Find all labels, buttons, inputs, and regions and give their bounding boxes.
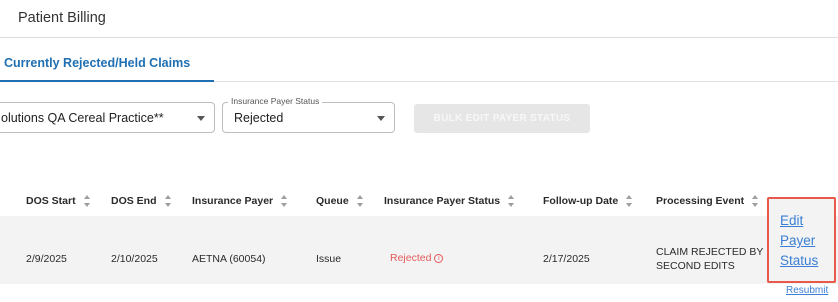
- column-header-dos-start[interactable]: DOS Start: [26, 195, 92, 207]
- cell-insurance-payer: AETNA (60054): [192, 253, 266, 265]
- bulk-edit-payer-status-button[interactable]: BULK EDIT PAYER STATUS: [414, 104, 590, 133]
- status-badge: Rejected: [390, 252, 432, 264]
- sort-arrows-icon[interactable]: [507, 195, 516, 207]
- page-title: Patient Billing: [18, 10, 106, 26]
- chevron-down-icon: [377, 116, 385, 121]
- column-header-label: DOS Start: [26, 195, 76, 207]
- payer-status-select-label: Insurance Payer Status: [228, 96, 323, 106]
- sort-arrows-icon[interactable]: [164, 195, 173, 207]
- header-divider: [0, 37, 838, 38]
- active-tab-indicator: [0, 80, 214, 82]
- edit-payer-status-link[interactable]: Edit Payer Status: [780, 211, 832, 271]
- column-header-label: DOS End: [111, 195, 157, 207]
- resubmit-link[interactable]: Resubmit: [786, 285, 828, 296]
- column-header-label: Insurance Payer: [192, 195, 274, 207]
- column-header-insurance-payer[interactable]: Insurance Payer: [192, 195, 289, 207]
- column-header-dos-end[interactable]: DOS End: [111, 195, 173, 207]
- sort-arrows-icon[interactable]: [751, 195, 760, 207]
- cell-processing-event: CLAIM REJECTED BY SECOND EDITS: [656, 246, 764, 272]
- cell-dos-end: 2/10/2025: [111, 253, 158, 265]
- column-header-processing-event[interactable]: Processing Event: [656, 195, 760, 207]
- cell-dos-start: 2/9/2025: [26, 253, 67, 265]
- column-header-queue[interactable]: Queue: [316, 195, 365, 207]
- sort-arrows-icon[interactable]: [280, 195, 289, 207]
- column-header-label: Insurance Payer Status: [384, 195, 501, 207]
- tab-currently-rejected-held-claims[interactable]: Currently Rejected/Held Claims: [4, 56, 190, 70]
- sort-arrows-icon[interactable]: [625, 195, 634, 207]
- column-header-label: Processing Event: [656, 195, 745, 207]
- column-header-follow-up-date[interactable]: Follow-up Date: [543, 195, 634, 207]
- chevron-down-icon: [197, 116, 205, 121]
- payer-status-select-value: Rejected: [234, 111, 284, 125]
- practice-select-value: olutions QA Cereal Practice**: [1, 111, 164, 125]
- payer-status-select[interactable]: Rejected: [222, 102, 395, 133]
- column-header-insurance-payer-status[interactable]: Insurance Payer Status: [384, 195, 516, 207]
- column-header-label: Queue: [316, 195, 349, 207]
- sort-arrows-icon[interactable]: [83, 195, 92, 207]
- sort-arrows-icon[interactable]: [356, 195, 365, 207]
- cell-follow-up-date: 2/17/2025: [543, 253, 590, 265]
- info-circle-icon[interactable]: i: [434, 253, 444, 263]
- practice-select[interactable]: olutions QA Cereal Practice**: [0, 102, 215, 133]
- cell-payer-status: Rejected i: [390, 252, 444, 264]
- column-header-label: Follow-up Date: [543, 195, 619, 207]
- cell-queue: Issue: [316, 253, 342, 265]
